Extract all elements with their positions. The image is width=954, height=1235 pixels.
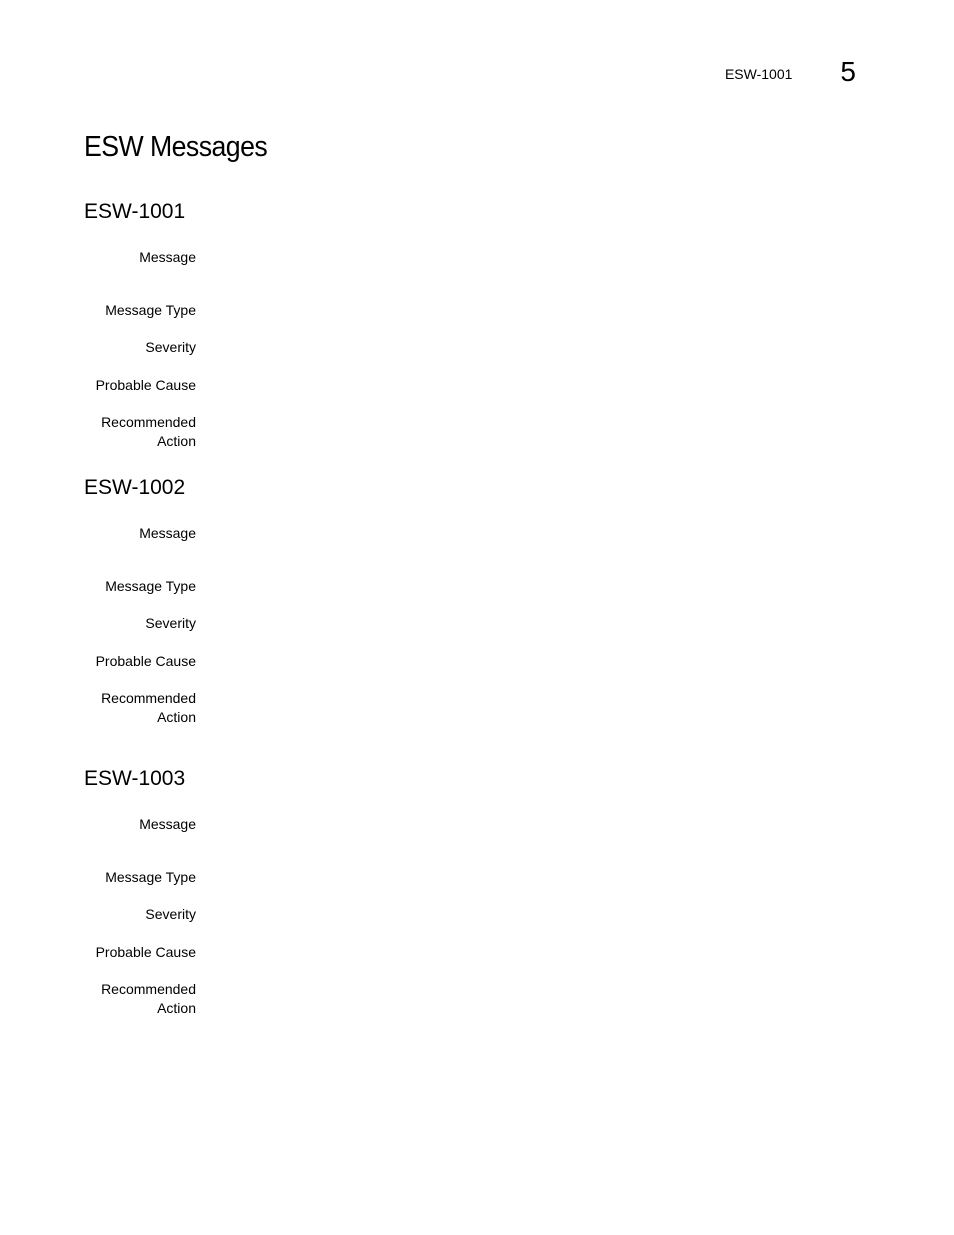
field-label: Message Type (105, 869, 196, 885)
field-label: Message (139, 525, 196, 541)
section-heading: ESW-1001 (84, 200, 186, 223)
running-header: ESW-1001 5 (725, 56, 856, 88)
field-label: Severity (145, 906, 196, 922)
page-title: ESW Messages (84, 131, 268, 163)
field-label: Message (139, 249, 196, 265)
message-section: ESW-1001 Message Message Type Severity P… (84, 200, 864, 449)
field-label: Recommended Action (101, 981, 196, 1016)
field-label: Severity (145, 339, 196, 355)
running-title: ESW-1001 (724, 66, 793, 82)
message-section: ESW-1003 Message Message Type Severity P… (84, 767, 864, 1016)
chapter-number: 5 (840, 56, 856, 87)
field-label: Recommended Action (101, 690, 196, 725)
section-heading: ESW-1002 (84, 476, 186, 499)
field-label: Message Type (105, 302, 196, 318)
field-label: Severity (145, 615, 196, 631)
field-label: Probable Cause (95, 653, 196, 669)
field-label: Message (139, 816, 196, 832)
section-heading: ESW-1003 (84, 767, 186, 790)
field-label: Probable Cause (95, 944, 196, 960)
message-section: ESW-1002 Message Message Type Severity P… (84, 476, 864, 725)
field-label: Recommended Action (101, 414, 196, 449)
field-label: Message Type (105, 578, 196, 594)
field-label: Probable Cause (95, 377, 196, 393)
